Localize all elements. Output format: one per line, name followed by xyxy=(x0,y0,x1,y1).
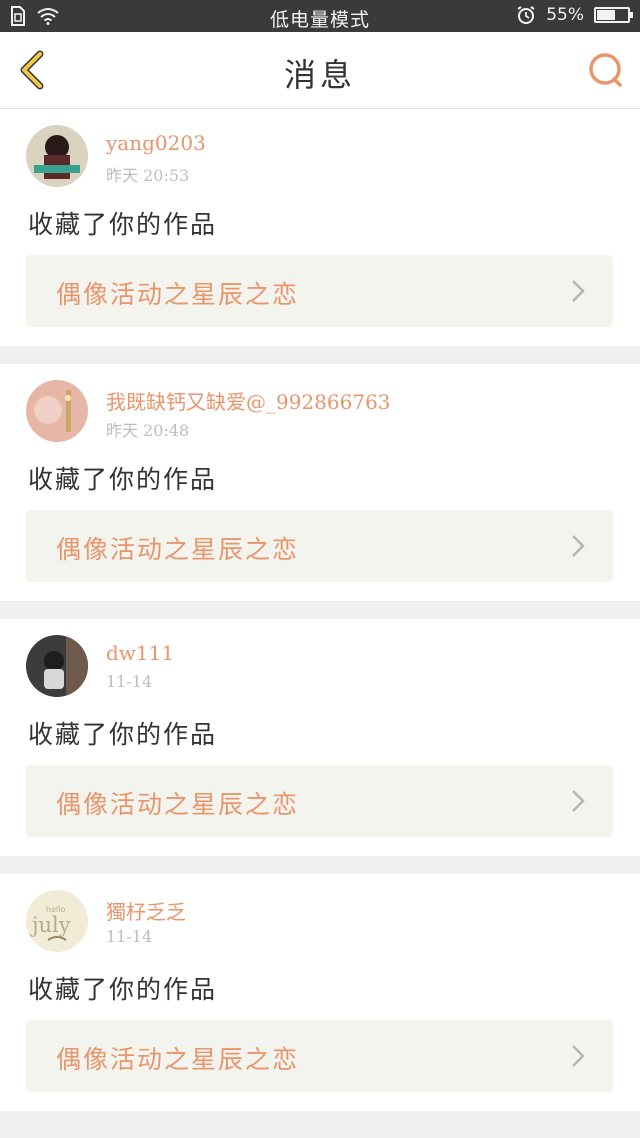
chevron-right-icon xyxy=(572,790,585,812)
user-photo-icon xyxy=(26,125,88,187)
user-photo-icon: hello july xyxy=(26,890,88,952)
avatar[interactable]: hello july xyxy=(26,890,88,952)
timestamp: 昨天 20:48 xyxy=(106,421,190,440)
action-text: 收藏了你的作品 xyxy=(28,975,218,1004)
chevron-right-icon xyxy=(572,280,585,302)
user-photo-icon xyxy=(26,635,88,697)
message-card: yang0203 昨天 20:53 收藏了你的作品 偶像活动之星辰之恋 xyxy=(0,109,640,346)
chevron-right-icon xyxy=(572,535,585,557)
work-title: 偶像活动之星辰之恋 xyxy=(56,1045,300,1074)
work-title: 偶像活动之星辰之恋 xyxy=(56,535,300,564)
avatar-july-text: july xyxy=(29,913,71,937)
action-text: 收藏了你的作品 xyxy=(28,720,218,749)
timestamp: 11-14 xyxy=(106,927,153,946)
work-title: 偶像活动之星辰之恋 xyxy=(56,280,300,309)
user-photo-icon xyxy=(26,380,88,442)
work-title: 偶像活动之星辰之恋 xyxy=(56,790,300,819)
status-right: 55% xyxy=(516,5,633,25)
username[interactable]: dw111 xyxy=(106,641,174,665)
battery-fill xyxy=(597,10,615,20)
nav-bar: 消息 xyxy=(0,32,640,109)
search-button[interactable] xyxy=(586,50,626,90)
message-card: 我既缺钙又缺爱@_992866763 昨天 20:48 收藏了你的作品 偶像活动… xyxy=(0,364,640,601)
work-link[interactable]: 偶像活动之星辰之恋 xyxy=(26,510,613,582)
status-bar: 低电量模式 55% xyxy=(0,0,640,32)
username[interactable]: 我既缺钙又缺爱@_992866763 xyxy=(106,386,391,415)
avatar[interactable] xyxy=(26,635,88,697)
work-link[interactable]: 偶像活动之星辰之恋 xyxy=(26,1020,613,1092)
alarm-icon xyxy=(517,6,535,24)
work-link[interactable]: 偶像活动之星辰之恋 xyxy=(26,765,613,837)
timestamp: 11-14 xyxy=(106,672,153,691)
message-card: dw111 11-14 收藏了你的作品 偶像活动之星辰之恋 xyxy=(0,619,640,856)
battery-icon xyxy=(594,7,633,23)
action-text: 收藏了你的作品 xyxy=(28,210,218,239)
message-card: hello july 獨杍乏乏 11-14 收藏了你的作品 偶像活动之星辰之恋 xyxy=(0,874,640,1111)
search-icon xyxy=(589,53,622,87)
battery-percent: 55% xyxy=(546,5,584,25)
username[interactable]: 獨杍乏乏 xyxy=(106,896,186,925)
work-link[interactable]: 偶像活动之星辰之恋 xyxy=(26,255,613,327)
page-title: 消息 xyxy=(283,56,356,94)
avatar[interactable] xyxy=(26,380,88,442)
avatar[interactable] xyxy=(26,125,88,187)
username[interactable]: yang0203 xyxy=(106,131,206,155)
message-list: yang0203 昨天 20:53 收藏了你的作品 偶像活动之星辰之恋 我既缺钙… xyxy=(0,109,640,1129)
chevron-right-icon xyxy=(572,1045,585,1067)
action-text: 收藏了你的作品 xyxy=(28,465,218,494)
timestamp: 昨天 20:53 xyxy=(106,166,190,185)
